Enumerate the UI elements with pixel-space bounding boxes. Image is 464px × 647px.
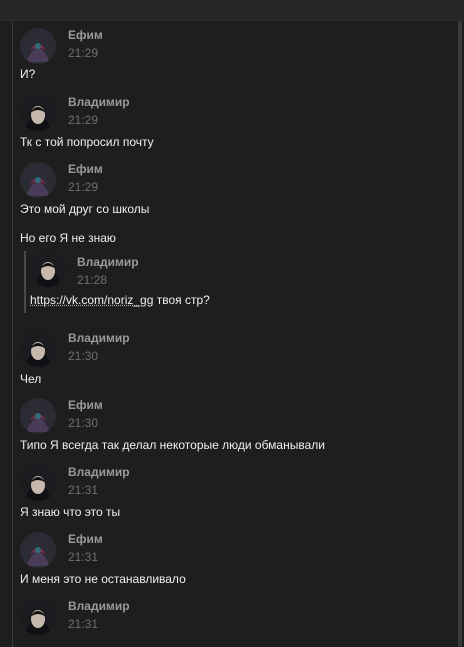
efim-avatar[interactable]	[20, 28, 56, 64]
author-name[interactable]: Ефим	[68, 398, 103, 412]
author-name[interactable]: Владимир	[77, 255, 139, 269]
message-text: Но его Я не знаю	[20, 231, 116, 245]
message-time: 21:29	[68, 180, 99, 194]
message-text: И?	[20, 67, 36, 81]
message-list: Ефим 21:29 И? Владимир 21:29 Тк с той по…	[0, 0, 464, 647]
message-time: 21:30	[68, 349, 99, 363]
quote-text: https://vk.com/noriz_gg твоя стр?	[30, 293, 210, 307]
message-text: Это мой друг со школы	[20, 202, 150, 216]
message-text: Типо Я всегда так делал некоторые люди о…	[20, 438, 325, 452]
vladimir-avatar[interactable]	[30, 251, 66, 287]
message-time: 21:31	[68, 483, 99, 497]
forwarded-message[interactable]: Владимир 21:28 https://vk.com/noriz_gg т…	[20, 251, 440, 313]
author-name[interactable]: Владимир	[68, 95, 130, 109]
efim-avatar[interactable]	[20, 398, 56, 434]
message-text: И меня это не останавливало	[20, 572, 186, 586]
message-time: 21:29	[68, 46, 99, 60]
author-name[interactable]: Владимир	[68, 599, 130, 613]
quote-bar	[24, 251, 26, 313]
author-name[interactable]: Ефим	[68, 532, 103, 546]
message-time: 21:31	[68, 617, 99, 631]
vladimir-avatar[interactable]	[20, 465, 56, 501]
message-text: Чел	[20, 372, 42, 386]
efim-avatar[interactable]	[20, 162, 56, 198]
message-time: 21:29	[68, 113, 99, 127]
message-time: 21:28	[77, 273, 108, 287]
author-name[interactable]: Владимир	[68, 331, 130, 345]
vladimir-avatar[interactable]	[20, 331, 56, 367]
author-name[interactable]: Ефим	[68, 162, 103, 176]
message-time: 21:30	[68, 416, 99, 430]
message-text: Тк с той попросил почту	[20, 135, 154, 149]
profile-link[interactable]: https://vk.com/noriz_gg	[30, 293, 153, 307]
vladimir-avatar[interactable]	[20, 95, 56, 131]
message-text: Я знаю что это ты	[20, 505, 121, 519]
efim-avatar[interactable]	[20, 532, 56, 568]
message-time: 21:31	[68, 550, 99, 564]
vladimir-avatar[interactable]	[20, 599, 56, 635]
quote-suffix: твоя стр?	[153, 293, 210, 307]
author-name[interactable]: Владимир	[68, 465, 130, 479]
author-name[interactable]: Ефим	[68, 28, 103, 42]
